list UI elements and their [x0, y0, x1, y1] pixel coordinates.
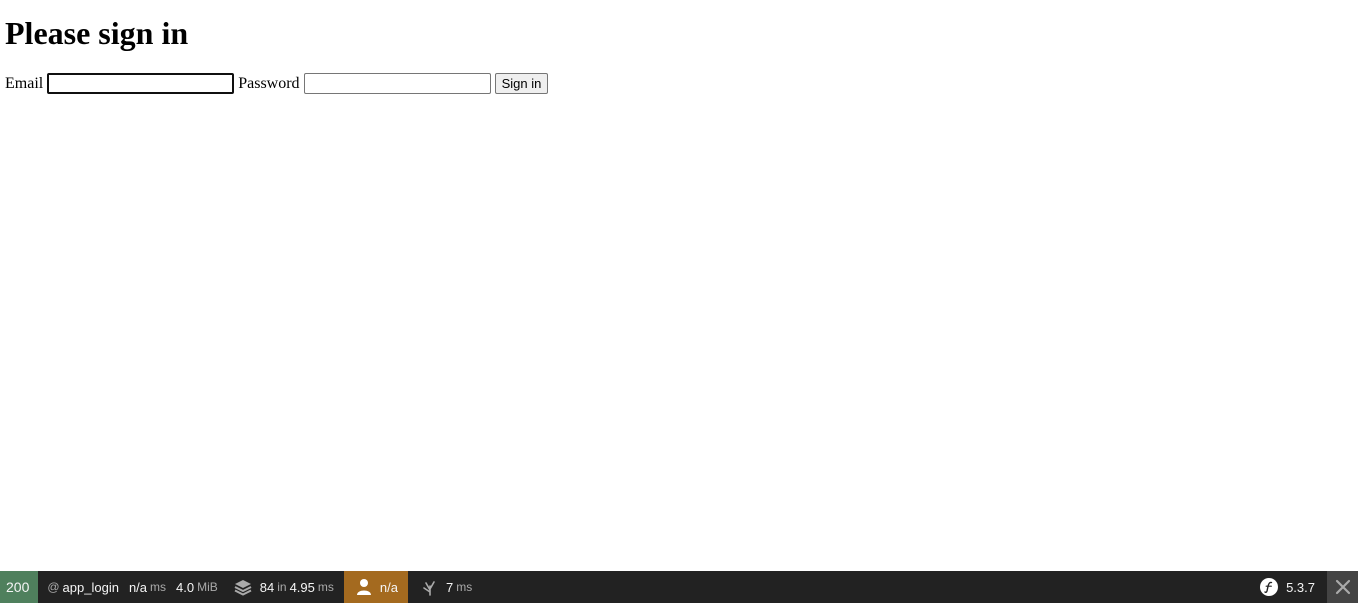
symfony-version-panel[interactable]: 5.3.7 — [1251, 571, 1327, 603]
email-field[interactable] — [47, 73, 235, 94]
symfony-logo-icon — [1260, 578, 1279, 596]
user-panel[interactable]: n/a — [343, 571, 408, 603]
twig-panel[interactable]: 84 in 4.95 ms — [228, 571, 344, 603]
twig-time: 4.95 — [289, 579, 315, 595]
time-icon — [422, 578, 438, 596]
memory-panel[interactable]: 4.0 MiB — [176, 571, 228, 603]
twig-in: in — [277, 580, 287, 594]
user-icon — [356, 578, 372, 596]
debug-toolbar: 200 @ app_login n/a ms 4.0 MiB 84 in 4.9… — [0, 571, 1358, 603]
password-label: Password — [238, 74, 300, 92]
request-time-value: n/a — [128, 579, 148, 595]
route-name: app_login — [62, 579, 119, 595]
symfony-version: 5.3.7 — [1286, 579, 1315, 595]
user-value: n/a — [379, 579, 398, 595]
twig-unit: ms — [317, 580, 334, 594]
route-panel[interactable]: @ app_login — [38, 571, 129, 603]
status-code-badge[interactable]: 200 — [0, 571, 39, 603]
sign-in-button[interactable]: Sign in — [494, 73, 549, 94]
twig-layers-icon — [234, 578, 252, 596]
login-form: Email Password Sign in — [5, 73, 549, 94]
close-toolbar-button[interactable] — [1327, 571, 1358, 603]
status-code: 200 — [6, 579, 30, 595]
request-time-panel[interactable]: n/a ms — [129, 571, 176, 603]
memory-value: 4.0 — [176, 579, 195, 595]
close-icon — [1335, 579, 1351, 595]
page-title: Please sign in — [5, 15, 189, 51]
route-prefix: @ — [47, 580, 60, 594]
email-label: Email — [5, 74, 44, 92]
password-field[interactable] — [303, 73, 491, 94]
init-time-panel[interactable]: 7 ms — [408, 571, 482, 603]
request-time-unit: ms — [150, 580, 167, 594]
memory-unit: MiB — [197, 580, 218, 594]
init-time-value: 7 — [445, 579, 454, 595]
init-time-unit: ms — [456, 580, 473, 594]
twig-count: 84 — [259, 579, 275, 595]
